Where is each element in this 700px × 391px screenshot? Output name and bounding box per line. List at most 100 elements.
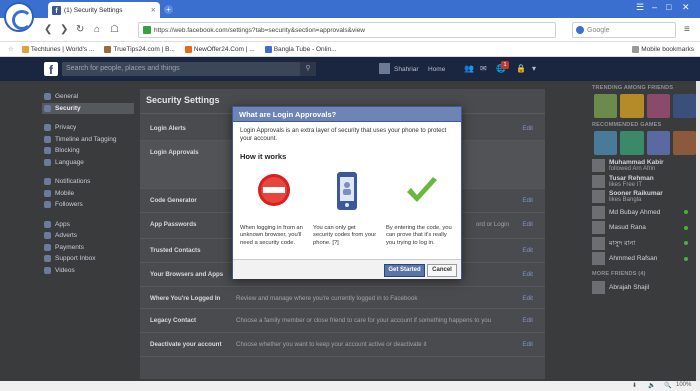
settings-row-description: Choose a family member or close friend t… (236, 317, 492, 324)
new-tab-button[interactable]: + (164, 5, 173, 14)
game-thumbnail[interactable] (594, 131, 618, 155)
star-icon[interactable]: ☆ (8, 45, 14, 53)
menu-icon[interactable]: ☰ (636, 2, 644, 13)
facebook-search-input[interactable]: Search for people, places and things (62, 62, 300, 76)
game-thumbnail[interactable] (646, 94, 670, 118)
browser-search-box[interactable]: Google (572, 22, 676, 38)
settings-row-label: Deactivate your account (150, 341, 222, 348)
chat-friend[interactable]: Sooner Raikumar likes Bangla (588, 189, 696, 205)
cancel-button[interactable]: Cancel (427, 264, 457, 277)
settings-row-label: Trusted Contacts (150, 247, 201, 254)
back-icon[interactable]: ❮ (44, 24, 52, 35)
sidebar-item-security[interactable]: Security (42, 102, 134, 114)
chat-friend[interactable]: মাসুদ রানা (588, 236, 696, 252)
sidebar-item-adverts[interactable]: Adverts (42, 230, 134, 242)
browser-logo-icon[interactable] (4, 2, 34, 32)
apps-icon (44, 220, 51, 228)
edit-link[interactable]: Edit (522, 197, 533, 204)
edit-link[interactable]: Edit (522, 295, 533, 302)
edit-link[interactable]: Edit (522, 221, 533, 228)
messages-icon[interactable]: ✉ (480, 64, 487, 73)
bookmark-item[interactable]: Techtunes | World's ... (21, 45, 94, 53)
menu-more-icon[interactable]: ≡ (684, 24, 690, 35)
edit-link[interactable]: Edit (522, 125, 533, 132)
game-thumbnail[interactable] (594, 94, 618, 118)
settings-row-description: Choose whether you want to keep your acc… (236, 341, 427, 348)
sidebar-item-apps[interactable]: Apps (42, 219, 134, 231)
home-icon[interactable]: ⌂ (94, 24, 100, 35)
address-bar[interactable]: https://web.facebook.com/settings?tab=se… (138, 22, 556, 38)
browser-tab[interactable]: f (1) Security Settings ✕ (48, 2, 160, 18)
sidebar-item-payments[interactable]: Payments (42, 242, 134, 254)
privacy-shortcuts-icon[interactable]: 🔒 (516, 64, 526, 73)
trending-games (588, 94, 696, 118)
dialog-footer: Get Started Cancel (233, 259, 461, 279)
zoom-icon[interactable]: 🔍 (664, 382, 671, 389)
settings-row[interactable]: Deactivate your account Choose whether yo… (140, 333, 545, 357)
chat-friend[interactable]: Md Bubay Ahmed (588, 205, 696, 221)
game-thumbnail[interactable] (672, 94, 696, 118)
navigation-bar: ❮ ❯ ↻ ⌂ ☖ https://web.facebook.com/setti… (0, 18, 700, 42)
edit-link[interactable]: Edit (522, 317, 533, 324)
bookmark-label: NewOffer24.Com | ... (193, 45, 255, 53)
chat-friend[interactable]: Masud Rana (588, 220, 696, 236)
download-icon[interactable]: ⬇ (632, 382, 637, 389)
edit-link[interactable]: Edit (522, 341, 533, 348)
sidebar-item-mobile[interactable]: Mobile (42, 188, 134, 200)
friend-name: Muhammad Kabir (609, 159, 664, 167)
close-tab-icon[interactable]: ✕ (151, 6, 156, 14)
chat-friend[interactable]: Abrajah Shajil (588, 280, 696, 296)
volume-icon[interactable]: 🔈 (648, 382, 655, 389)
maximize-icon[interactable]: □ (666, 2, 671, 12)
minimize-icon[interactable]: – (652, 2, 657, 12)
facebook-favicon-icon: f (52, 5, 61, 15)
step-text: You can only get security codes from you… (313, 225, 377, 246)
account-menu-icon[interactable]: ▾ (532, 64, 536, 73)
sidebar-item-blocking[interactable]: Blocking (42, 145, 134, 157)
game-thumbnail[interactable] (646, 131, 670, 155)
bookmark-favicon-icon (264, 45, 272, 53)
speed-icon[interactable]: ☖ (110, 24, 119, 35)
settings-row[interactable]: Where You're Logged In Review and manage … (140, 287, 545, 309)
search-icon[interactable]: ⚲ (300, 62, 316, 76)
sidebar-item-notifications[interactable]: Notifications (42, 176, 134, 188)
facebook-logo[interactable]: f (44, 62, 58, 77)
zoom-level[interactable]: 100% (676, 382, 691, 388)
chat-friend[interactable]: Ahmmed Rafsan (588, 251, 696, 267)
friend-avatar (592, 280, 605, 294)
game-thumbnail[interactable] (620, 94, 644, 118)
sidebar-item-support-inbox[interactable]: Support Inbox (42, 253, 134, 265)
lock-icon (44, 124, 51, 132)
get-started-button[interactable]: Get Started (384, 264, 425, 277)
edit-link[interactable]: Edit (522, 271, 533, 278)
friend-requests-icon[interactable]: 👥 (464, 64, 474, 73)
game-thumbnail[interactable] (620, 131, 644, 155)
reload-icon[interactable]: ↻ (76, 24, 84, 35)
scrollbar[interactable] (696, 81, 700, 381)
bookmark-item[interactable]: Bangla Tube - Onlin... (264, 45, 337, 53)
sidebar-item-language[interactable]: Language (42, 157, 134, 169)
friend-name: Ahmmed Rafsan (609, 255, 658, 263)
avatar[interactable] (379, 63, 390, 74)
profile-name[interactable]: Shahriar (394, 66, 419, 73)
mobile-bookmarks[interactable]: Mobile bookmarks (632, 45, 694, 53)
sidebar-item-followers[interactable]: Followers (42, 199, 134, 211)
close-window-icon[interactable]: ✕ (682, 2, 690, 13)
forward-icon[interactable]: ❯ (60, 24, 68, 35)
sidebar-item-general[interactable]: General (42, 91, 134, 103)
bookmark-item[interactable]: NewOffer24.Com | ... (184, 45, 255, 53)
sidebar-item-privacy[interactable]: Privacy (42, 122, 134, 134)
sidebar-item-timeline-and-tagging[interactable]: Timeline and Tagging (42, 134, 134, 146)
no-entry-icon (258, 174, 290, 206)
game-thumbnail[interactable] (672, 131, 696, 155)
chat-friend[interactable]: Muhammad Kabir followed Arn Afrin (588, 158, 696, 174)
home-link[interactable]: Home (428, 66, 445, 73)
edit-link[interactable]: Edit (522, 247, 533, 254)
friend-activity: likes Free IT (609, 181, 643, 188)
browser-tab-bar: f (1) Security Settings ✕ + ☰ – □ ✕ (0, 0, 700, 32)
bookmark-item[interactable]: TrueTips24.com | B... (104, 45, 175, 53)
settings-row[interactable]: Legacy Contact Choose a family member or … (140, 309, 545, 333)
chat-friend[interactable]: Tusar Rehman likes Free IT (588, 174, 696, 190)
sidebar-item-videos[interactable]: Videos (42, 265, 134, 277)
